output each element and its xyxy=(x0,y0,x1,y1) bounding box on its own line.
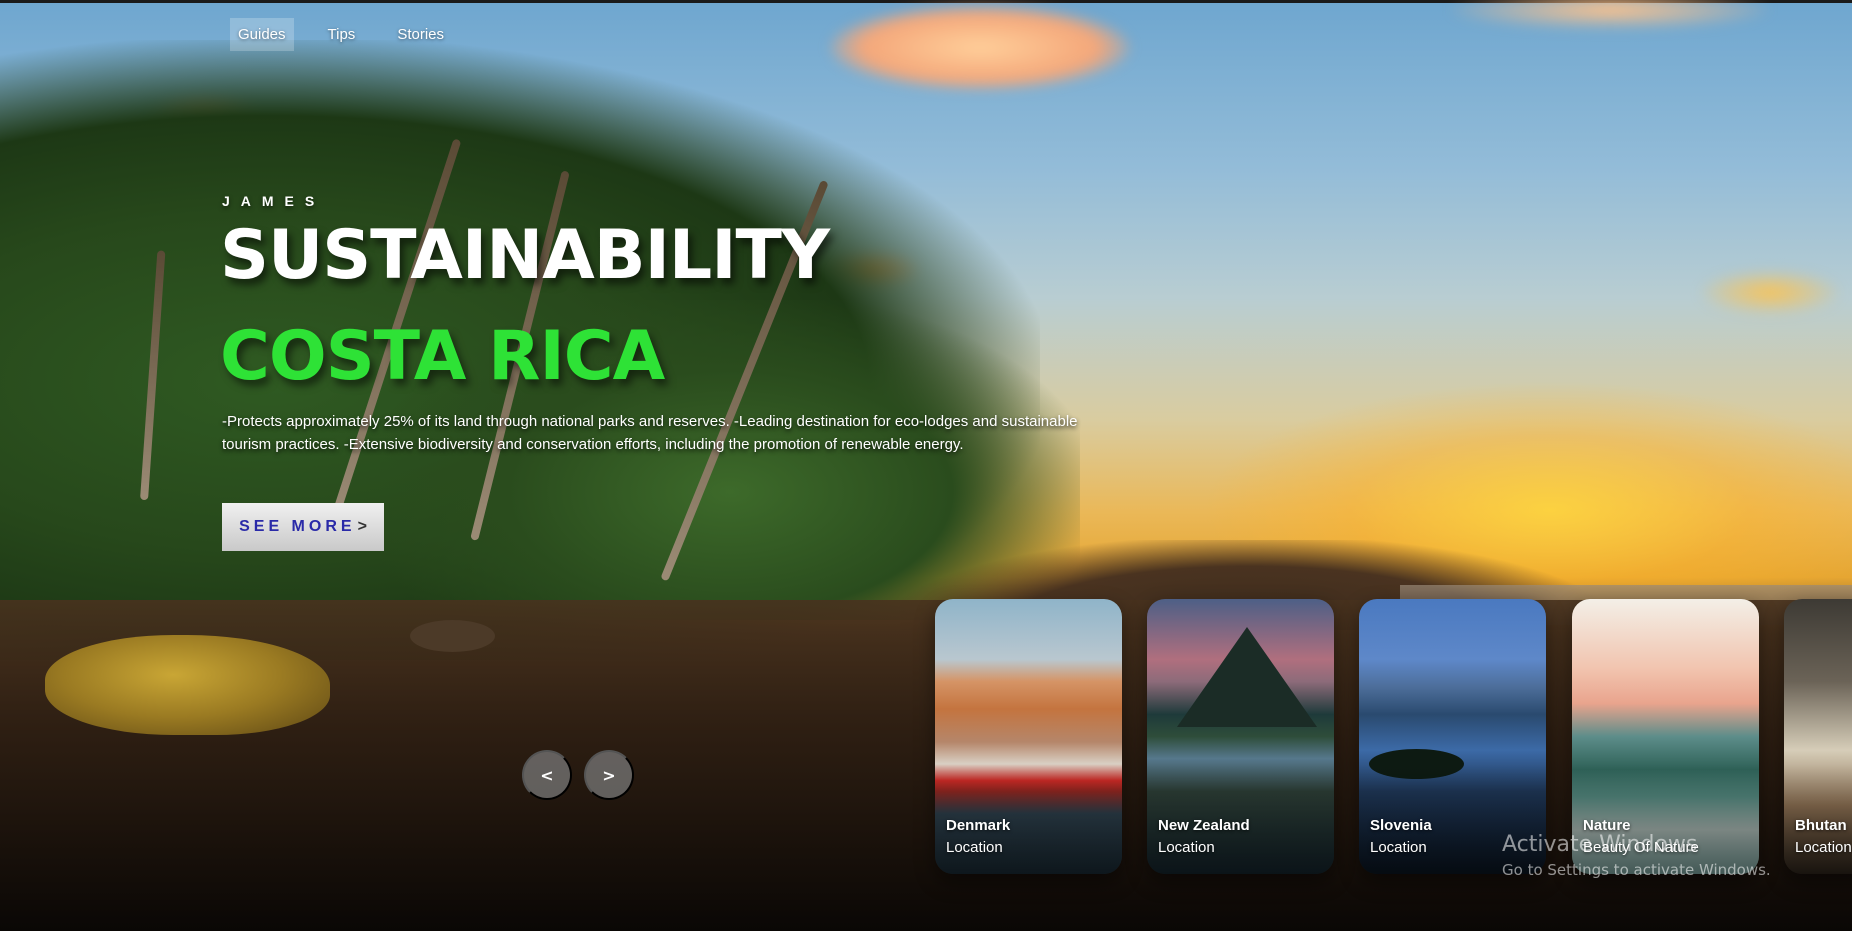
beach-rock xyxy=(45,635,330,735)
see-more-label: SEE MORE xyxy=(239,518,356,535)
card-subtitle: Location xyxy=(1158,839,1215,856)
hero-description: -Protects approximately 25% of its land … xyxy=(222,413,1078,453)
hero-title: SUSTAINABILITY xyxy=(220,216,830,295)
nav-item-tips[interactable]: Tips xyxy=(320,18,364,51)
chevron-left-icon: < xyxy=(540,765,554,785)
nav-item-stories[interactable]: Stories xyxy=(389,18,452,51)
card-subtitle: Location xyxy=(946,839,1003,856)
cloud xyxy=(1700,270,1840,315)
cloud xyxy=(1450,0,1770,30)
card-title: New Zealand xyxy=(1158,817,1250,834)
card-title: Bhutan xyxy=(1795,817,1847,834)
card-title: Denmark xyxy=(946,817,1011,834)
hero-topic: COSTA RICA xyxy=(220,317,665,396)
card-nature[interactable]: Nature Beauty Of Nature xyxy=(1572,599,1759,874)
card-subtitle: Location xyxy=(1370,839,1427,856)
chevron-right-icon: > xyxy=(602,765,616,785)
card-subtitle: Location xyxy=(1795,839,1852,856)
see-more-button[interactable]: SEE MORE > xyxy=(222,503,384,551)
card-denmark[interactable]: Denmark Location xyxy=(935,599,1122,874)
next-slide-button[interactable]: > xyxy=(584,750,634,800)
main-nav: Guides Tips Stories xyxy=(230,17,478,51)
mountain-peak xyxy=(1177,627,1317,727)
card-title: Nature xyxy=(1583,817,1631,834)
card-slovenia[interactable]: Slovenia Location xyxy=(1359,599,1546,874)
card-subtitle: Beauty Of Nature xyxy=(1583,839,1699,856)
card-bhutan[interactable]: Bhutan Location xyxy=(1784,599,1852,874)
chevron-right-icon: > xyxy=(357,518,367,535)
beach-rock xyxy=(410,620,495,652)
card-title: Slovenia xyxy=(1370,817,1432,834)
nav-item-guides[interactable]: Guides xyxy=(230,17,294,51)
card-new-zealand[interactable]: New Zealand Location xyxy=(1147,599,1334,874)
prev-slide-button[interactable]: < xyxy=(522,750,572,800)
author-name: JAMES xyxy=(222,193,326,209)
